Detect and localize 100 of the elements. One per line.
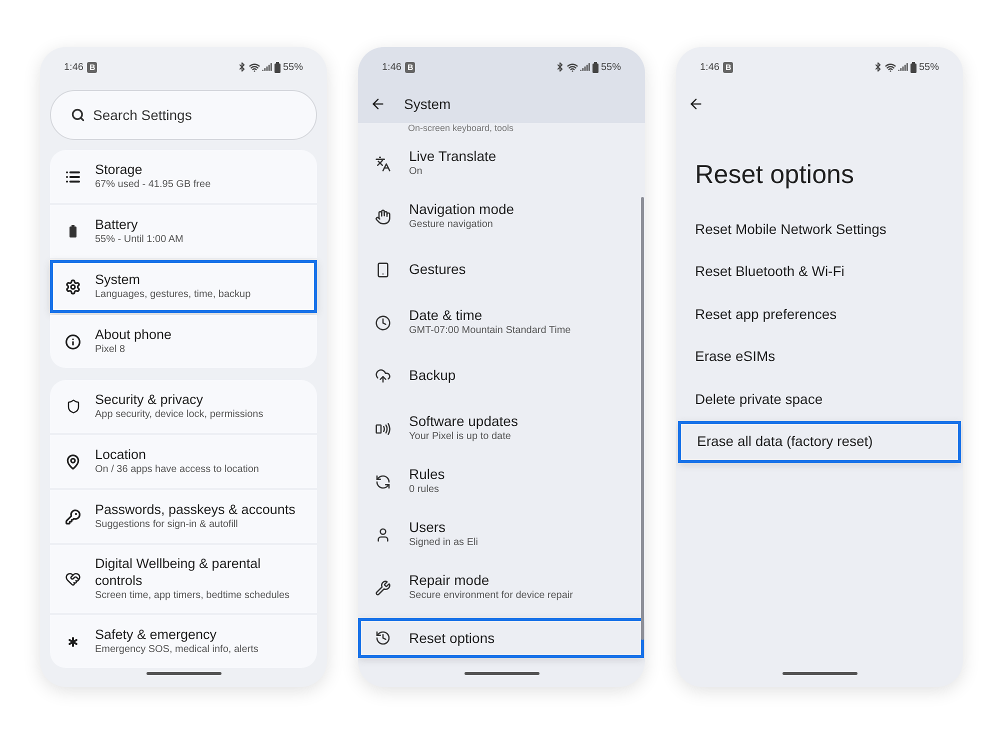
item-title: Battery (95, 216, 139, 233)
item-subtitle: Emergency SOS, medical info, alerts (95, 643, 258, 657)
item-subtitle: Languages, gestures, time, backup (95, 288, 251, 302)
item-subtitle: App security, device lock, permissions (95, 408, 264, 422)
location-pin-icon (65, 454, 81, 470)
item-title: Passwords, passkeys & accounts (95, 501, 296, 518)
settings-item[interactable]: Software updates Your Pixel is up to date (358, 402, 644, 455)
item-title: Security & privacy (95, 391, 204, 408)
item-subtitle: Signed in as Eli (409, 536, 478, 550)
settings-item[interactable]: Storage 67% used - 41.95 GB free (50, 150, 317, 203)
info-icon (65, 334, 81, 350)
item-title: Digital Wellbeing & parental controls (95, 555, 262, 589)
item-title: Repair mode (409, 572, 490, 589)
battery-level-icon (274, 62, 281, 72)
item-subtitle: 67% used - 41.95 GB free (95, 178, 211, 192)
item-subtitle: GMT-07:00 Mountain Standard Time (409, 324, 571, 338)
item-title: Rules (409, 466, 445, 483)
item-title: Safety & emergency (95, 626, 218, 643)
item-title: Software updates (409, 413, 518, 430)
battery-icon (69, 225, 77, 238)
search-field[interactable]: Search Settings (50, 90, 317, 140)
screen-title: System (404, 94, 451, 114)
reset-option[interactable]: Erase all data (factory reset) (678, 420, 961, 463)
cloud-icon (375, 368, 391, 384)
settings-item[interactable]: Backup (358, 349, 644, 402)
settings-item[interactable]: Digital Wellbeing & parental controls Screen time, app timers, bedtime schedules (50, 545, 317, 613)
reset-option[interactable]: Delete private space (676, 378, 963, 420)
settings-item[interactable]: Navigation mode Gesture navigation (358, 190, 644, 243)
settings-item[interactable]: Passwords, passkeys & accounts Suggestions for sign-in & autofill (50, 490, 317, 543)
item-subtitle: On / 36 apps have access to location (95, 463, 259, 477)
status-time: 1:46 (382, 60, 402, 74)
item-subtitle: Screen time, app timers, bedtime schedules (95, 589, 291, 603)
wifi-icon (248, 62, 260, 72)
item-title: Date & time (409, 307, 484, 324)
signal-icon (898, 62, 908, 72)
settings-item[interactable]: Rules 0 rules (358, 455, 644, 508)
phone-icon (375, 262, 391, 278)
notification-badge: B (405, 62, 416, 72)
item-title: Users (409, 519, 447, 536)
battery-percent: 55% (918, 60, 939, 74)
settings-item[interactable]: Location On / 36 apps have access to location (50, 435, 317, 488)
item-title: Storage (95, 161, 144, 178)
back-button[interactable] (370, 96, 386, 112)
settings-item[interactable]: Date & time GMT-07:00 Mountain Standard Time (358, 296, 644, 349)
reset-option[interactable]: Reset app preferences (676, 293, 963, 336)
battery-percent: 55% (600, 60, 621, 74)
bluetooth-icon (554, 62, 565, 72)
search-icon (71, 108, 85, 122)
status-time: 1:46 (700, 60, 720, 74)
settings-item[interactable]: System Languages, gestures, time, backup (50, 260, 317, 313)
settings-item[interactable]: Battery 55% - Until 1:00 AM (50, 205, 317, 258)
tools-icon (375, 580, 391, 596)
wifi-icon (566, 62, 578, 72)
search-placeholder: Search Settings (93, 106, 192, 125)
item-subtitle: 0 rules (409, 483, 440, 497)
notification-badge: B (723, 62, 734, 72)
user-icon (375, 526, 391, 542)
settings-item[interactable]: Security & privacy App security, device lock, permissions (50, 380, 317, 433)
settings-icon (65, 278, 81, 294)
item-subtitle: Pixel 8 (95, 343, 126, 357)
item-title: Backup (409, 367, 456, 384)
battery-level-icon (910, 62, 917, 72)
item-subtitle: Your Pixel is up to date (409, 430, 512, 444)
back-button[interactable] (688, 96, 704, 112)
clock-icon (375, 314, 391, 330)
item-subtitle: On (409, 165, 424, 179)
item-title: Live Translate (409, 148, 496, 165)
settings-item[interactable]: Gestures (358, 243, 644, 296)
translate-icon (375, 156, 391, 172)
item-title: Location (95, 446, 148, 463)
battery-level-icon (592, 62, 599, 72)
settings-item[interactable]: Users Signed in as Eli (358, 508, 644, 561)
item-subtitle: Gesture navigation (409, 218, 494, 232)
item-title: Navigation mode (409, 201, 514, 218)
item-subtitle: On-screen keyboard, tools (408, 123, 514, 133)
reset-option[interactable]: Erase eSIMs (676, 336, 963, 378)
key-icon (65, 508, 81, 524)
bluetooth-icon (872, 62, 883, 72)
settings-item[interactable]: Repair mode Secure environment for device repair (358, 561, 644, 614)
notification-badge: B (87, 62, 98, 72)
signal-icon (262, 62, 272, 72)
item-title: System (95, 271, 142, 288)
item-subtitle: Secure environment for device repair (409, 589, 573, 603)
history-icon (375, 630, 391, 646)
page-title: Reset options (694, 158, 855, 191)
signal-icon (580, 62, 590, 72)
bluetooth-icon (236, 62, 247, 72)
settings-item[interactable]: Safety & emergency Emergency SOS, medical info, alerts (50, 615, 317, 668)
status-time: 1:46 (64, 60, 84, 74)
reset-option[interactable]: Reset Mobile Network Settings (676, 208, 963, 250)
settings-item[interactable]: Live Translate On (358, 137, 644, 190)
hand-icon (375, 208, 391, 224)
reset-option[interactable]: Reset Bluetooth & Wi-Fi (676, 250, 963, 293)
item-title: Gestures (409, 261, 466, 278)
settings-item[interactable]: About phone Pixel 8 (50, 315, 317, 368)
settings-item[interactable]: Reset options (358, 618, 644, 658)
battery-percent: 55% (282, 60, 303, 74)
item-subtitle: 55% - Until 1:00 AM (95, 233, 184, 247)
item-subtitle: Suggestions for sign-in & autofill (95, 518, 239, 532)
item-title: About phone (95, 326, 172, 343)
